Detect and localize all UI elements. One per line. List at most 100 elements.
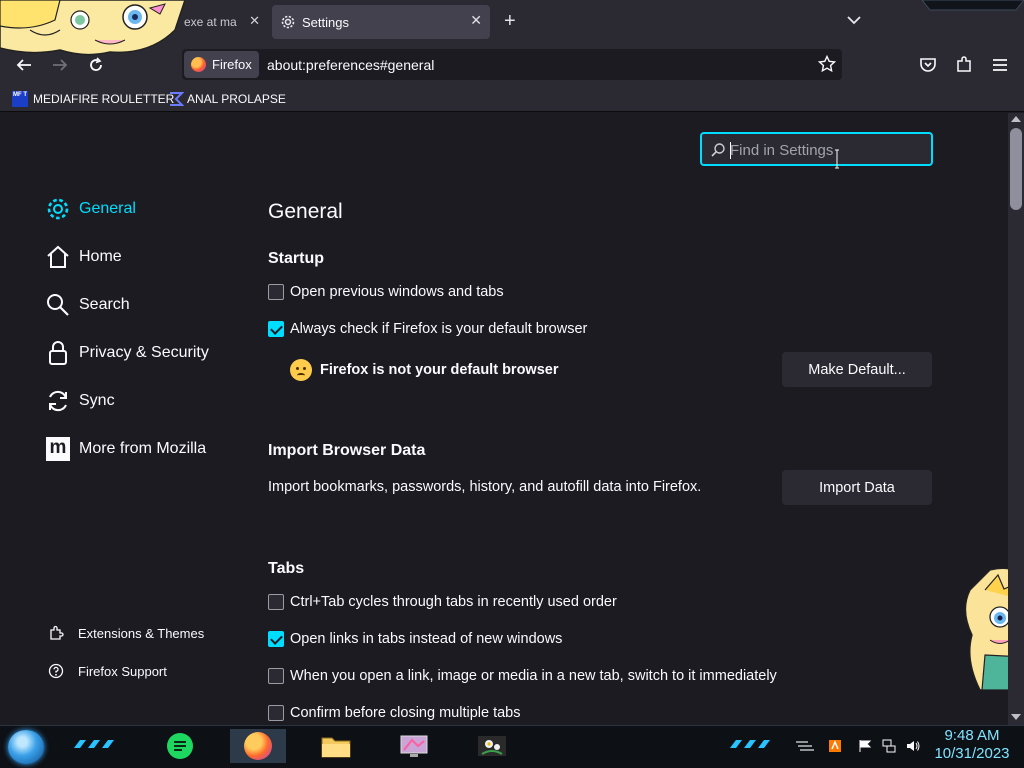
import-data-button[interactable]: Import Data [782, 470, 932, 505]
scroll-down-arrow-icon[interactable] [1011, 714, 1021, 720]
checkbox-checked[interactable] [268, 321, 284, 337]
mediafire-icon: MF T [12, 91, 28, 107]
notes-app-icon [167, 733, 193, 759]
clock-time: 9:48 AM [944, 727, 1000, 744]
scrollbar-thumb[interactable] [1010, 128, 1022, 210]
system-clock[interactable]: 9:48 AM 10/31/2023 [930, 727, 1014, 763]
category-label: Privacy & Security [79, 344, 209, 361]
checkbox-label: Confirm before closing multiple tabs [290, 705, 521, 721]
checkbox[interactable] [268, 705, 284, 721]
bookmark-mediafire[interactable]: MF T MEDIAFIRE ROULETTER [12, 91, 174, 107]
page-title: General [268, 200, 343, 223]
start-button[interactable] [8, 730, 44, 764]
hamburger-menu-icon[interactable] [990, 55, 1010, 75]
category-label: General [79, 200, 136, 217]
reload-icon[interactable] [86, 55, 106, 75]
close-tab-icon[interactable]: ✕ [249, 13, 260, 29]
checkbox-checked[interactable] [268, 631, 284, 647]
checkbox-row[interactable]: Ctrl+Tab cycles through tabs in recently… [268, 594, 617, 610]
checkbox-label: Always check if Firefox is your default … [290, 321, 588, 337]
help-icon [48, 663, 64, 679]
tab-settings[interactable]: Settings ✕ [272, 5, 490, 39]
scroll-up-arrow-icon[interactable] [1011, 116, 1021, 122]
url-text[interactable]: about:preferences#general [267, 57, 434, 73]
folder-icon [321, 737, 351, 758]
search-icon [45, 292, 71, 318]
forward-arrow-icon[interactable] [50, 55, 70, 75]
pocket-icon[interactable] [918, 55, 938, 75]
taskbar-decoration [74, 740, 114, 748]
search-icon [711, 143, 725, 157]
section-heading-startup: Startup [268, 250, 324, 267]
category-more-from-mozilla[interactable]: m More from Mozilla [45, 436, 206, 462]
tab-label: Settings [302, 14, 349, 30]
flag-icon[interactable] [858, 739, 872, 753]
frown-emoji-icon [290, 359, 312, 381]
checkbox-row[interactable]: Always check if Firefox is your default … [268, 321, 587, 337]
taskbar-media-app[interactable] [386, 729, 442, 763]
checkbox[interactable] [268, 594, 284, 610]
category-general[interactable]: General [45, 196, 136, 222]
import-description: Import bookmarks, passwords, history, an… [268, 479, 702, 495]
taskbar-firefox-app[interactable] [230, 729, 286, 763]
text-caret [730, 142, 731, 159]
category-search[interactable]: Search [45, 292, 130, 318]
sigma-icon [170, 92, 184, 106]
volume-icon[interactable] [906, 739, 920, 753]
show-hidden-icons-icon[interactable] [794, 739, 816, 753]
bookmark-star-icon[interactable] [818, 55, 836, 73]
checkbox-label: Open links in tabs instead of new window… [290, 631, 563, 647]
checkbox[interactable] [268, 284, 284, 300]
chevron-down-icon[interactable] [846, 12, 862, 28]
firefox-logo-icon [244, 732, 272, 760]
network-icon[interactable] [882, 739, 896, 753]
bookmarks-toolbar: MF T MEDIAFIRE ROULETTER ANAL PROLAPSE [0, 86, 1024, 112]
category-label: Sync [79, 392, 115, 409]
flower-icon [478, 736, 506, 756]
checkbox-label: When you open a link, image or media in … [290, 668, 777, 684]
monitor-icon [400, 735, 428, 757]
category-sync[interactable]: Sync [45, 388, 115, 414]
identity-box[interactable]: Firefox [184, 51, 259, 78]
checkbox-label: Open previous windows and tabs [290, 284, 504, 300]
section-heading-tabs: Tabs [268, 560, 305, 577]
category-privacy-security[interactable]: Privacy & Security [45, 340, 209, 366]
firefox-logo-icon [191, 57, 206, 72]
taskbar-notes-app[interactable] [152, 729, 208, 763]
default-status-text: Firefox is not your default browser [320, 362, 559, 378]
text-cursor-icon [835, 149, 839, 169]
checkbox-row[interactable]: Open links in tabs instead of new window… [268, 631, 562, 647]
checkbox-row[interactable]: When you open a link, image or media in … [268, 668, 777, 684]
puzzle-icon [50, 625, 64, 640]
lock-icon [45, 340, 71, 366]
find-in-settings-input[interactable] [730, 139, 920, 161]
clock-date: 10/31/2023 [934, 745, 1010, 762]
mascot-sticker-image [0, 0, 185, 56]
find-in-settings-box[interactable] [700, 132, 933, 166]
category-label: Search [79, 296, 130, 313]
footer-link-label: Firefox Support [78, 663, 167, 679]
bookmark-label: MEDIAFIRE ROULETTER [33, 92, 175, 106]
back-arrow-icon[interactable] [14, 55, 34, 75]
category-home[interactable]: Home [45, 244, 122, 270]
firefox-support-link[interactable]: Firefox Support [48, 663, 167, 679]
close-tab-icon[interactable]: ✕ [470, 12, 482, 29]
tray-app-icon[interactable] [828, 739, 842, 753]
checkbox-row[interactable]: Confirm before closing multiple tabs [268, 705, 521, 721]
mozilla-icon: m [45, 436, 71, 462]
checkbox[interactable] [268, 668, 284, 684]
taskbar-image-app[interactable] [464, 729, 520, 763]
checkbox-label: Ctrl+Tab cycles through tabs in recently… [290, 594, 617, 610]
extensions-puzzle-icon[interactable] [954, 55, 974, 75]
default-browser-status: Firefox is not your default browser [290, 359, 558, 381]
sync-icon [45, 388, 71, 414]
bookmark-second[interactable]: ANAL PROLAPSE [168, 91, 286, 107]
make-default-button[interactable]: Make Default... [782, 352, 932, 387]
new-tab-button[interactable]: + [504, 10, 516, 32]
checkbox-row[interactable]: Open previous windows and tabs [268, 284, 504, 300]
taskbar-file-explorer-app[interactable] [308, 729, 364, 763]
gear-icon [281, 15, 295, 29]
identity-label: Firefox [212, 57, 252, 72]
gear-icon [45, 196, 71, 222]
extensions-themes-link[interactable]: Extensions & Themes [48, 625, 204, 641]
